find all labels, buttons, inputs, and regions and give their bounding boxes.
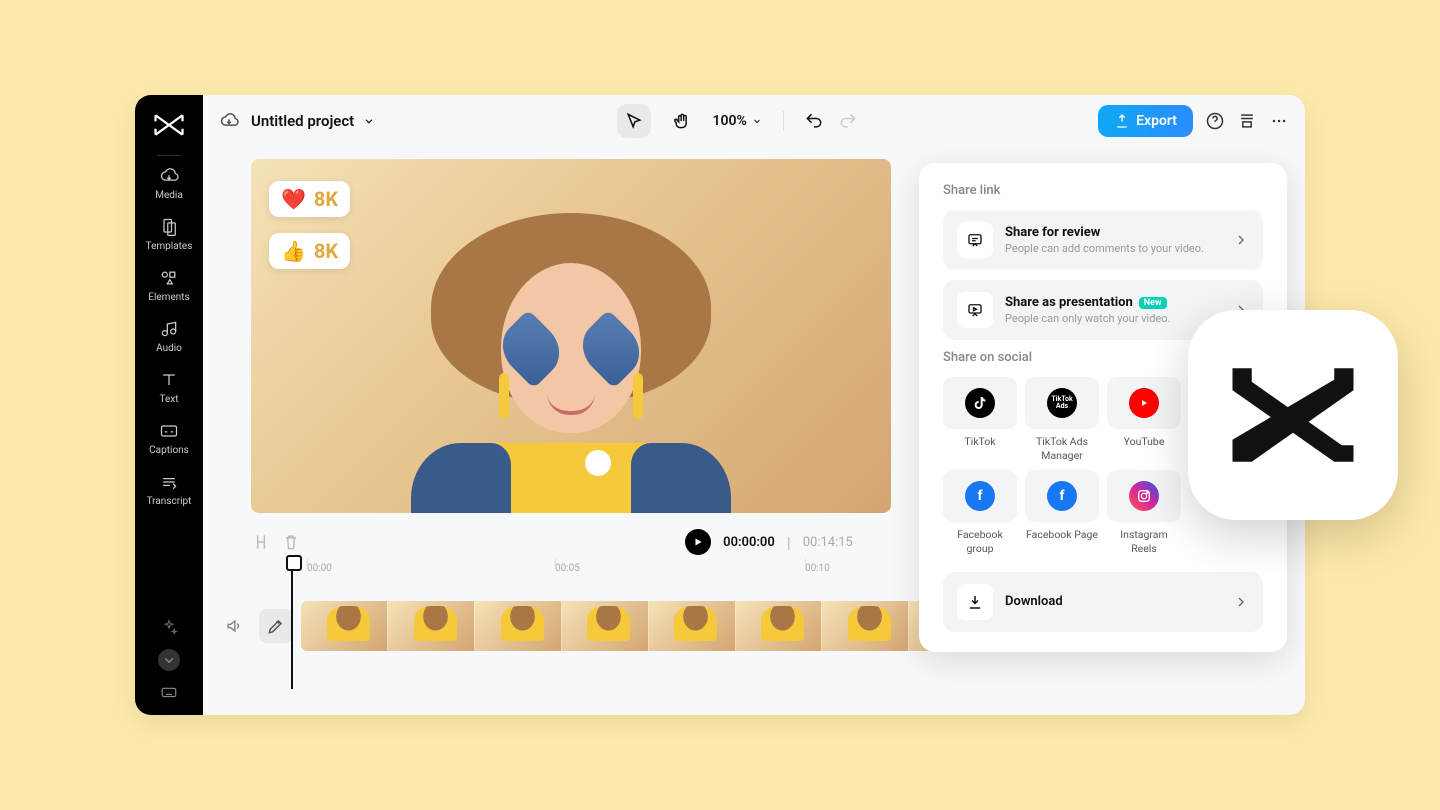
sidebar-label: Media bbox=[155, 190, 183, 201]
layout-icon[interactable] bbox=[1237, 111, 1257, 131]
social-facebook-page[interactable]: f Facebook Page bbox=[1025, 470, 1099, 555]
app-window: Media Templates Elements Audio Text Capt… bbox=[135, 95, 1305, 715]
sidebar-label: Elements bbox=[148, 292, 189, 303]
split-button[interactable] bbox=[251, 532, 271, 552]
help-icon[interactable] bbox=[1205, 111, 1225, 131]
sidebar-item-captions[interactable]: Captions bbox=[135, 421, 203, 456]
divider bbox=[783, 111, 784, 131]
play-icon bbox=[692, 536, 704, 548]
sidebar-item-audio[interactable]: Audio bbox=[135, 319, 203, 354]
video-canvas[interactable]: ❤️ 8K 👍 8K bbox=[251, 159, 891, 513]
sidebar-item-media[interactable]: Media bbox=[135, 166, 203, 201]
keyboard-icon[interactable] bbox=[160, 683, 178, 701]
thumb-emoji: 👍 bbox=[281, 239, 306, 263]
time-separator: | bbox=[787, 533, 791, 552]
top-bar: Untitled project 100% Export bbox=[203, 95, 1305, 147]
share-link-heading: Share link bbox=[943, 183, 1263, 198]
new-badge: New bbox=[1139, 297, 1167, 309]
export-label: Export bbox=[1136, 113, 1177, 129]
share-for-review[interactable]: Share for review People can add comments… bbox=[943, 210, 1263, 270]
chevron-right-icon bbox=[1233, 232, 1249, 248]
sidebar-bottom bbox=[158, 619, 180, 701]
capcut-logo-icon bbox=[1223, 360, 1363, 470]
social-tiktok[interactable]: TikTok bbox=[943, 377, 1017, 462]
ruler-tick: 00:05 bbox=[555, 563, 580, 574]
mute-button[interactable] bbox=[217, 609, 251, 643]
heart-emoji: ❤️ bbox=[281, 187, 306, 211]
reaction-chip-heart: ❤️ 8K bbox=[269, 181, 350, 217]
app-logo bbox=[151, 107, 187, 143]
chevron-right-icon bbox=[1233, 594, 1249, 610]
sidebar-label: Captions bbox=[149, 445, 189, 456]
social-youtube[interactable]: YouTube bbox=[1107, 377, 1181, 462]
social-label: Instagram Reels bbox=[1107, 528, 1181, 555]
redo-button[interactable] bbox=[838, 111, 858, 131]
magic-icon[interactable] bbox=[160, 619, 178, 637]
download-icon bbox=[957, 584, 993, 620]
sidebar-item-templates[interactable]: Templates bbox=[135, 217, 203, 252]
social-tiktok-ads[interactable]: TikTokAds TikTok Ads Manager bbox=[1025, 377, 1099, 462]
project-title-dropdown[interactable]: Untitled project bbox=[251, 112, 376, 130]
ruler-tick: 00:00 bbox=[307, 563, 332, 574]
project-title-text: Untitled project bbox=[251, 112, 354, 130]
chevron-down-icon bbox=[751, 115, 763, 127]
chevron-down-icon bbox=[362, 114, 376, 128]
edit-track-button[interactable] bbox=[259, 609, 293, 643]
zoom-value: 100% bbox=[713, 113, 747, 129]
play-button[interactable] bbox=[685, 529, 711, 555]
social-instagram-reels[interactable]: Instagram Reels bbox=[1107, 470, 1181, 555]
card-subtitle: People can add comments to your video. bbox=[1005, 242, 1221, 255]
social-label: TikTok bbox=[964, 435, 995, 461]
presentation-icon bbox=[957, 292, 993, 328]
social-label: YouTube bbox=[1124, 435, 1165, 461]
social-label: Facebook group bbox=[943, 528, 1017, 555]
export-button[interactable]: Export bbox=[1098, 105, 1193, 137]
download-button[interactable]: Download bbox=[943, 572, 1263, 632]
playhead[interactable] bbox=[291, 559, 293, 689]
hand-tool[interactable] bbox=[665, 104, 699, 138]
sidebar-label: Text bbox=[159, 394, 178, 405]
sidebar-label: Templates bbox=[146, 241, 193, 252]
reaction-chip-thumb: 👍 8K bbox=[269, 233, 350, 269]
capcut-logo-card bbox=[1188, 310, 1398, 520]
sidebar-label: Transcript bbox=[147, 496, 192, 507]
sidebar-item-text[interactable]: Text bbox=[135, 370, 203, 405]
reaction-count: 8K bbox=[314, 187, 338, 211]
review-icon bbox=[957, 222, 993, 258]
card-title-text: Share for review bbox=[1005, 225, 1100, 240]
reaction-count: 8K bbox=[314, 239, 338, 263]
card-subtitle: People can only watch your video. bbox=[1005, 312, 1221, 325]
sidebar-item-elements[interactable]: Elements bbox=[135, 268, 203, 303]
zoom-dropdown[interactable]: 100% bbox=[713, 113, 763, 129]
social-label: TikTok Ads Manager bbox=[1025, 435, 1099, 462]
card-title-text: Share as presentation bbox=[1005, 295, 1133, 310]
upload-icon bbox=[1114, 113, 1130, 129]
sidebar-label: Audio bbox=[156, 343, 182, 354]
download-label: Download bbox=[1005, 594, 1221, 609]
delete-button[interactable] bbox=[281, 532, 301, 552]
sidebar-item-transcript[interactable]: Transcript bbox=[135, 472, 203, 507]
more-icon[interactable] bbox=[1269, 111, 1289, 131]
ruler-tick: 00:10 bbox=[805, 563, 830, 574]
social-label: Facebook Page bbox=[1026, 528, 1098, 554]
left-sidebar: Media Templates Elements Audio Text Capt… bbox=[135, 95, 203, 715]
collapse-button[interactable] bbox=[158, 649, 180, 671]
social-facebook-group[interactable]: f Facebook group bbox=[943, 470, 1017, 555]
time-total: 00:14:15 bbox=[803, 535, 853, 550]
cloud-save-icon[interactable] bbox=[219, 111, 239, 131]
time-current: 00:00:00 bbox=[723, 535, 775, 550]
undo-button[interactable] bbox=[804, 111, 824, 131]
video-content bbox=[401, 183, 741, 513]
select-tool[interactable] bbox=[617, 104, 651, 138]
